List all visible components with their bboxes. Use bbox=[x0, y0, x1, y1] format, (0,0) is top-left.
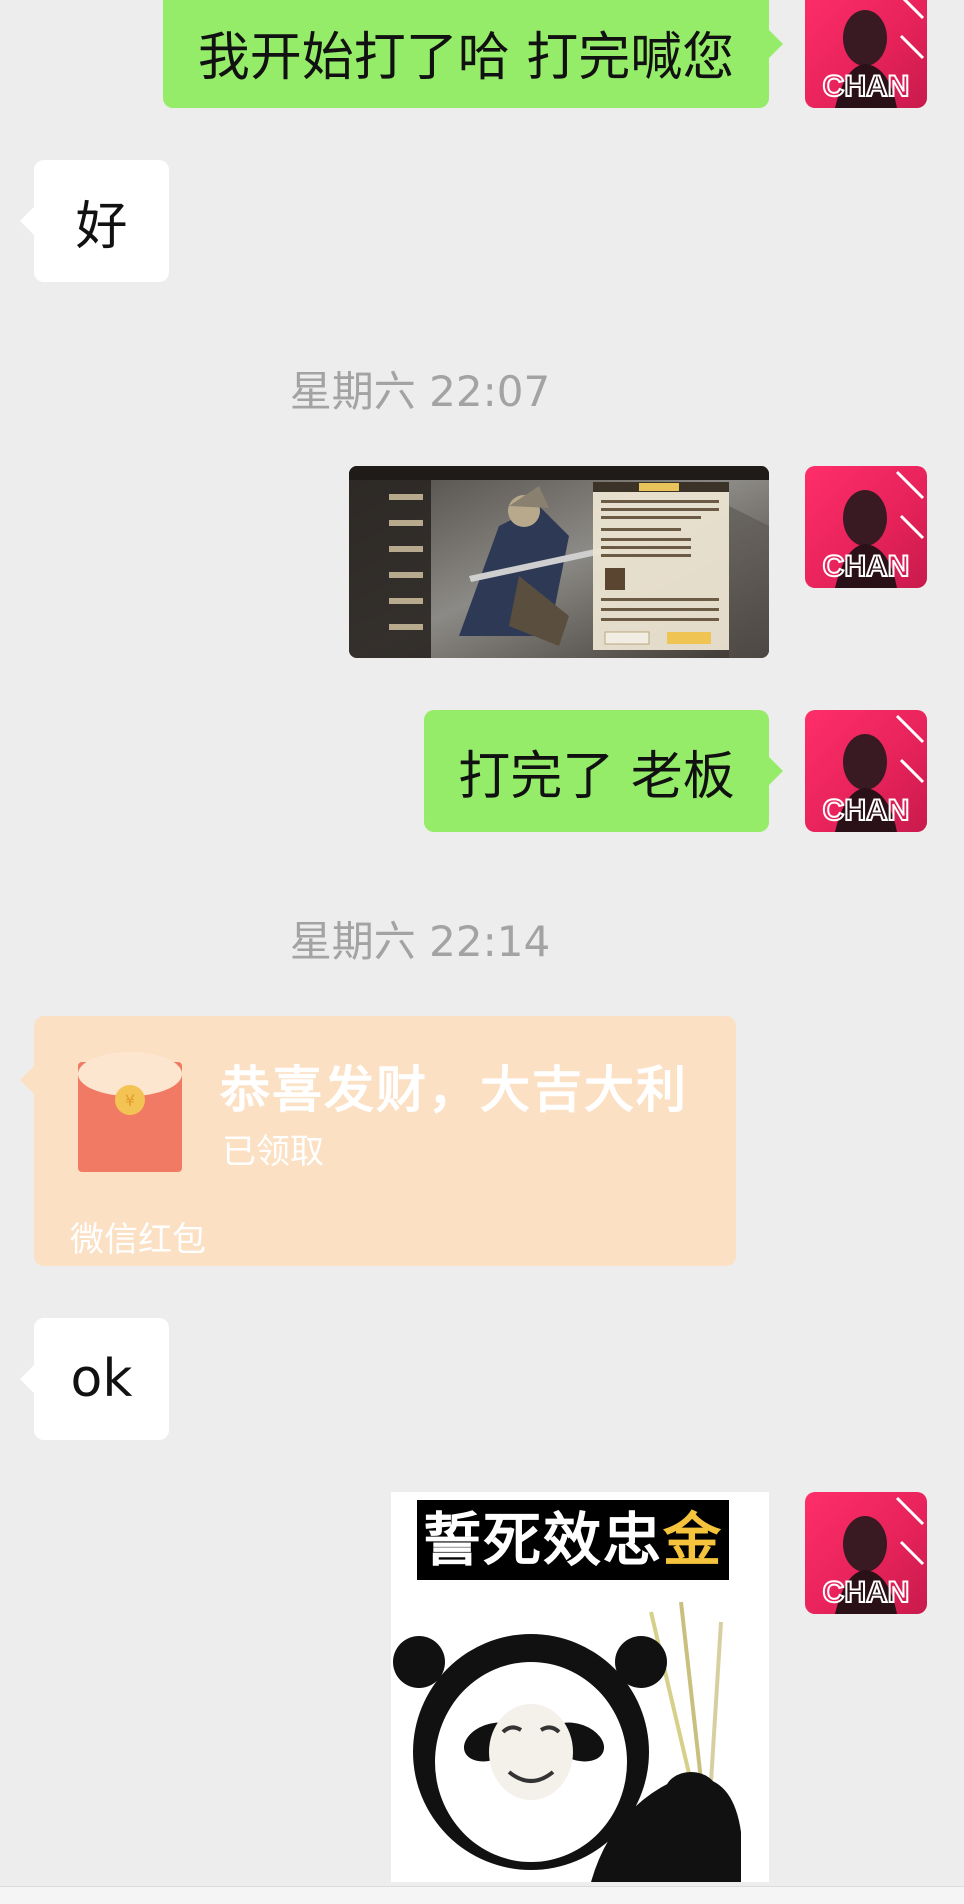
svg-text:CHAN: CHAN bbox=[823, 70, 910, 103]
timestamp: 星期六 22:14 bbox=[289, 917, 551, 966]
red-packet-status: 已领取 bbox=[222, 1132, 324, 1172]
svg-text:CHAN: CHAN bbox=[823, 1576, 910, 1609]
sticker-caption: 誓死效忠金主 bbox=[417, 1500, 729, 1654]
sent-message-bubble[interactable]: 打完了 老板 bbox=[424, 710, 783, 832]
timestamp: 星期六 22:07 bbox=[289, 367, 551, 416]
red-packet-icon: ¥ bbox=[78, 1052, 182, 1176]
received-message-bubble[interactable]: 好 bbox=[20, 160, 169, 282]
avatar[interactable]: CHAN bbox=[805, 1492, 927, 1614]
red-packet-footer: 微信红包 bbox=[70, 1220, 206, 1260]
panda-meme-icon bbox=[391, 1592, 769, 1882]
svg-text:CHAN: CHAN bbox=[823, 794, 910, 827]
svg-text:¥: ¥ bbox=[125, 1091, 135, 1110]
sent-sticker[interactable]: 誓死效忠金主 bbox=[391, 1492, 769, 1882]
bottom-bar-edge bbox=[0, 1886, 964, 1904]
red-packet-title: 恭喜发财，大吉大利 bbox=[220, 1061, 688, 1119]
avatar[interactable]: CHAN bbox=[805, 710, 927, 832]
sent-image-game-screenshot[interactable] bbox=[349, 466, 769, 658]
message-text: 好 bbox=[75, 196, 128, 257]
red-packet-card[interactable]: ¥ 恭喜发财，大吉大利 已领取 微信红包 bbox=[20, 1016, 736, 1266]
message-text: ok bbox=[70, 1349, 133, 1409]
received-message-bubble[interactable]: ok bbox=[20, 1318, 169, 1440]
message-text: 我开始打了哈 打完喊您 bbox=[197, 27, 735, 88]
avatar[interactable]: CHAN bbox=[805, 0, 927, 108]
avatar[interactable]: CHAN bbox=[805, 466, 927, 588]
svg-text:CHAN: CHAN bbox=[823, 550, 910, 583]
sent-message-bubble[interactable]: 我开始打了哈 打完喊您 bbox=[163, 0, 783, 108]
message-text: 打完了 老板 bbox=[458, 746, 735, 807]
